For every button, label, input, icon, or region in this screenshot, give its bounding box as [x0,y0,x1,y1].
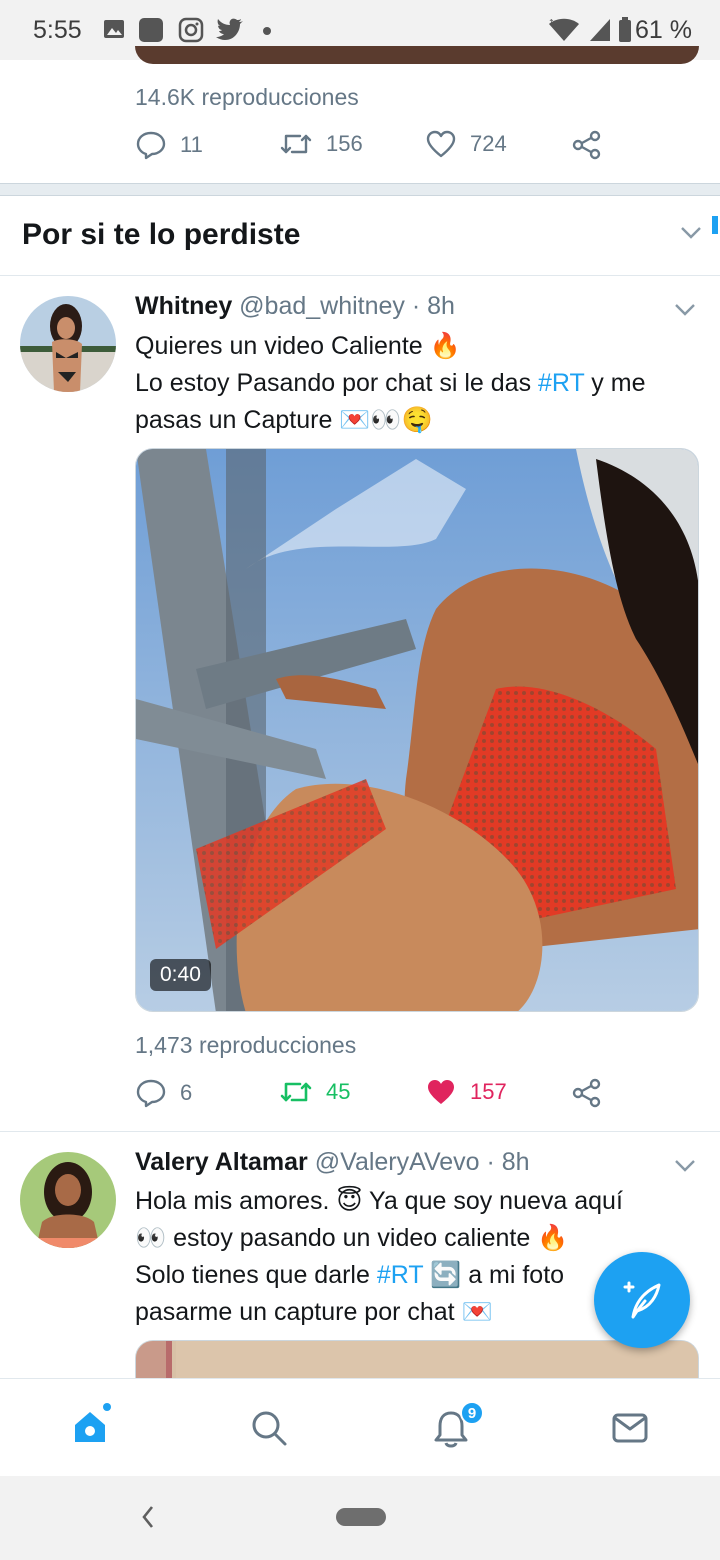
dot-icon [263,27,271,35]
tweet-meta: @bad_whitney · 8h [239,292,455,320]
home-gesture-pill[interactable] [336,1508,386,1526]
tweet-line: Hola mis amores. 😇 Ya que soy nueva aquí [135,1187,623,1215]
retweet-count: 45 [326,1079,351,1104]
scroll-indicator [712,216,718,234]
app-square-icon [139,18,163,42]
signal-icon [590,19,610,41]
retweet-icon [280,134,312,154]
section-title: Por si te lo perdiste [22,218,301,251]
share-icon [572,1078,601,1108]
tweet-video[interactable]: 0:40 [135,448,699,1012]
bottom-navigation: 9 [0,1378,720,1476]
wifi-icon: ↕ [548,18,579,41]
battery-percentage: 61 % [635,16,692,44]
chevron-down-icon[interactable] [680,226,702,240]
heart-icon [428,1080,454,1104]
section-separator [0,183,720,196]
notification-badge: 9 [460,1401,484,1425]
like-button[interactable]: 724 [426,130,507,158]
reply-icon [136,1079,166,1108]
reply-button[interactable]: 11 [136,130,203,160]
tweet-author-name[interactable]: Valery Altamar [135,1148,308,1176]
status-time: 5:55 [33,16,82,44]
tweet-line: Quieres un video Caliente 🔥 [135,332,461,360]
divider [0,1131,720,1132]
reply-icon [136,131,166,160]
video-thumbnail [136,449,698,1011]
retweet-icon [280,1082,312,1102]
chevron-down-icon[interactable] [674,303,696,317]
heart-icon [426,130,456,158]
avatar[interactable] [20,296,116,392]
divider [0,275,720,276]
tweet-views: 1,473 reproducciones [135,1032,357,1058]
tweet-header: Valery Altamar @ValeryAVevo · 8h [135,1148,530,1177]
retweet-button[interactable]: 156 [280,130,363,158]
back-icon[interactable] [140,1504,156,1530]
reply-count: 6 [180,1080,193,1105]
battery-icon [619,17,631,42]
home-new-indicator [103,1403,111,1411]
image-icon [104,20,124,38]
retweet-count: 156 [326,131,363,156]
like-button[interactable]: 157 [426,1078,507,1106]
like-count: 157 [470,1079,507,1104]
tweet-meta: @ValeryAVevo · 8h [314,1148,530,1176]
video-duration: 0:40 [150,959,211,991]
tweet-line: 👀 estoy pasando un video caliente 🔥 [135,1224,569,1252]
svg-text:↕: ↕ [548,18,555,27]
search-icon[interactable] [250,1409,288,1447]
home-icon[interactable] [72,1409,108,1445]
previous-tweet-views: 14.6K reproducciones [135,84,359,110]
twitter-icon [216,18,243,40]
previous-tweet-actions: 11 156 724 [0,130,720,170]
chevron-down-icon[interactable] [674,1159,696,1173]
tweet-text: Quieres un video Caliente 🔥 Lo estoy Pas… [135,328,705,439]
retweet-button[interactable]: 45 [280,1078,350,1106]
compose-feather-icon [623,1281,661,1319]
reply-count: 11 [180,132,203,157]
compose-tweet-button[interactable] [594,1252,690,1348]
system-navigation-bar [0,1476,720,1560]
messages-icon[interactable] [612,1413,648,1443]
share-button[interactable] [572,1078,602,1108]
tweet-author-name[interactable]: Whitney [135,292,232,320]
tweet-header: Whitney @bad_whitney · 8h [135,292,455,321]
hashtag-link[interactable]: #RT [538,369,584,397]
hashtag-link[interactable]: #RT [377,1261,423,1289]
tweet-line: Lo estoy Pasando por chat si le das #RT … [135,369,646,397]
share-button[interactable] [572,130,602,160]
reply-button[interactable]: 6 [136,1078,192,1108]
previous-tweet-media[interactable] [135,46,699,64]
share-icon [572,130,601,160]
instagram-icon [178,17,204,43]
avatar[interactable] [20,1152,116,1248]
tweet-line: pasas un Capture 💌👀🤤 [135,406,433,434]
like-count: 724 [470,131,507,156]
tweet-actions: 6 45 157 [0,1078,720,1118]
